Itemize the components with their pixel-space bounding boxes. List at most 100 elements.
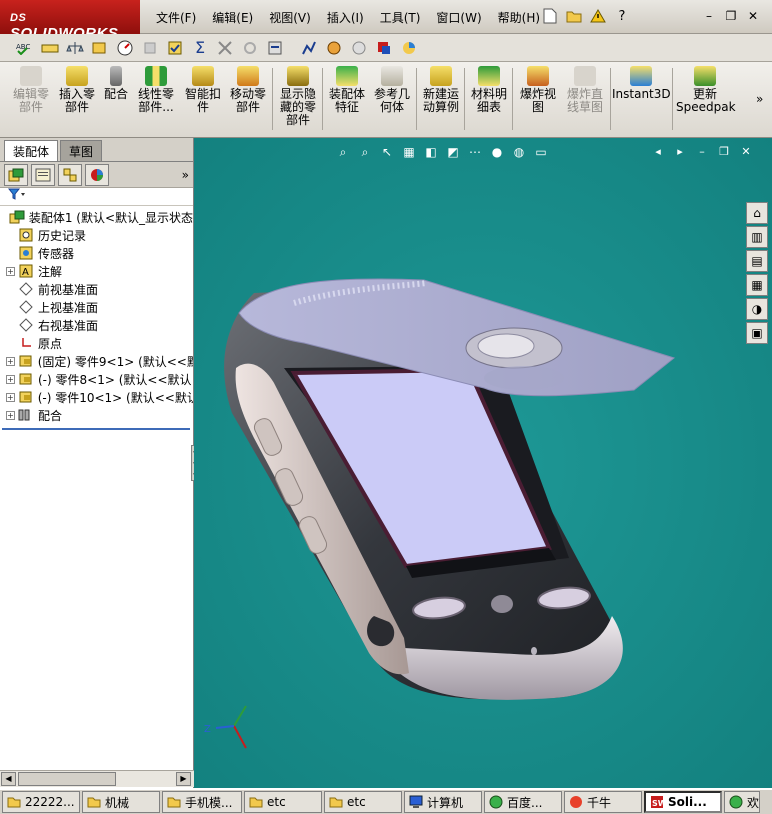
tree-item[interactable]: + (-) 零件10<1> (默认<<默认 [0, 388, 193, 406]
tree-item[interactable]: + 配合 [0, 406, 193, 424]
taskbar-button[interactable]: 欢 [724, 791, 760, 813]
menu-tools[interactable]: 工具(T) [372, 9, 429, 26]
equations-icon[interactable]: Σ [189, 38, 211, 58]
insert-component-button[interactable]: 插入零 部件 [54, 66, 100, 114]
display-manager-icon[interactable] [85, 163, 109, 186]
tree-item[interactable]: 前视基准面 [0, 280, 193, 298]
exploded-view-button[interactable]: 爆炸视 图 [516, 66, 560, 114]
checkbox-icon[interactable] [164, 38, 186, 58]
section-properties-icon[interactable] [89, 38, 111, 58]
minimize-icon[interactable]: – [700, 8, 718, 24]
spellcheck-icon[interactable]: ABC [14, 38, 36, 58]
warning-icon[interactable] [588, 6, 608, 26]
file-explorer-icon[interactable]: ▤ [746, 250, 768, 272]
help-icon[interactable]: ? [612, 6, 632, 26]
scroll-right-icon[interactable]: ▶ [176, 772, 191, 786]
expand-icon[interactable]: + [6, 266, 15, 276]
taskbar-button[interactable]: 机械 [82, 791, 160, 813]
menu-window[interactable]: 窗口(W) [428, 9, 489, 26]
mass-properties-icon[interactable] [64, 38, 86, 58]
tab-assembly[interactable]: 装配体 [4, 140, 59, 161]
property-manager-icon[interactable] [31, 163, 55, 186]
menu-view[interactable]: 视图(V) [261, 9, 319, 26]
expand-icon[interactable]: + [6, 374, 15, 384]
taskbar-button[interactable]: 千牛 [564, 791, 642, 813]
tree-item[interactable]: 传感器 [0, 244, 193, 262]
taskbar-button[interactable]: 22222... [2, 791, 80, 813]
tree-item[interactable]: + (固定) 零件9<1> (默认<<默 [0, 352, 193, 370]
taskbar-button[interactable]: 百度... [484, 791, 562, 813]
rollback-bar[interactable] [2, 428, 190, 430]
taskbar-button[interactable]: 手机模... [162, 791, 242, 813]
tab-sketch[interactable]: 草图 [60, 140, 103, 161]
scroll-left-icon[interactable]: ◀ [1, 772, 16, 786]
measure-icon[interactable] [39, 38, 61, 58]
tree-item[interactable]: 原点 [0, 334, 193, 352]
configuration-manager-icon[interactable] [58, 163, 82, 186]
bom-button[interactable]: 材料明 细表 [468, 66, 510, 114]
close-icon[interactable]: ✕ [744, 8, 762, 24]
menu-file[interactable]: 文件(F) [148, 9, 204, 26]
restore-icon[interactable]: ❐ [722, 8, 740, 24]
smart-fasteners-icon [192, 66, 214, 86]
mate-button[interactable]: 配合 [100, 66, 132, 101]
clearance-icon[interactable] [239, 38, 261, 58]
verify-icon[interactable] [348, 38, 370, 58]
chevron-right-icon[interactable]: » [756, 92, 763, 106]
tree-item[interactable]: + (-) 零件8<1> (默认<<默认 [0, 370, 193, 388]
command-separator [416, 68, 417, 130]
filter-icon[interactable] [7, 188, 26, 203]
custom-properties-icon[interactable]: ▣ [746, 322, 768, 344]
edit-component-button[interactable]: 编辑零 部件 [8, 66, 54, 114]
appearances-icon[interactable]: ◑ [746, 298, 768, 320]
origin-icon [18, 336, 34, 350]
interference-icon[interactable] [214, 38, 236, 58]
open-folder-icon[interactable] [564, 6, 584, 26]
menu-edit[interactable]: 编辑(E) [204, 9, 261, 26]
taskbar-button[interactable]: 计算机 [404, 791, 482, 813]
command-separator [322, 68, 323, 130]
reference-geometry-button[interactable]: 参考几 何体 [372, 66, 412, 114]
hole-alignment-icon[interactable] [264, 38, 286, 58]
explode-line-sketch-button[interactable]: 爆炸直 线草图 [562, 66, 608, 114]
move-component-button[interactable]: 移动零 部件 [226, 66, 270, 114]
scroll-thumb[interactable] [18, 772, 116, 786]
horizontal-scrollbar[interactable]: ◀ ▶ [0, 770, 194, 787]
reference-geometry-icon [381, 66, 403, 86]
tree-item[interactable]: 上视基准面 [0, 298, 193, 316]
feature-manager-icon[interactable] [4, 163, 28, 186]
home-icon[interactable]: ⌂ [746, 202, 768, 224]
tree-item[interactable]: 装配体1 (默认<默认_显示状态 [0, 208, 193, 226]
solidworks-logo[interactable]: DS SOLIDWORKS [0, 0, 140, 42]
tree-item[interactable]: + A 注解 [0, 262, 193, 280]
check-icon[interactable] [139, 38, 161, 58]
graphics-area[interactable]: ⌕ ⌕ ↖ ▦ ◧ ◩ ⋯ ● ◍ ▭ ◂ ▸ – ❐ ✕ Z ⌂ ▥ ▤ ▦ … [194, 138, 772, 788]
stop-icon[interactable] [373, 38, 395, 58]
performance-icon[interactable] [114, 38, 136, 58]
new-motion-study-button[interactable]: 新建运 动算例 [420, 66, 462, 114]
assembly-features-button[interactable]: 装配体 特征 [326, 66, 368, 114]
taskbar-button[interactable]: etc [244, 791, 322, 813]
view-palette-icon[interactable]: ▦ [746, 274, 768, 296]
analysis-icon[interactable] [298, 38, 320, 58]
show-hidden-components-button[interactable]: 显示隐 藏的零 部件 [276, 66, 320, 127]
tree-item[interactable]: 右视基准面 [0, 316, 193, 334]
instant3d-button[interactable]: Instant3D [612, 66, 671, 101]
expand-icon[interactable]: + [6, 410, 15, 420]
design-library-icon[interactable]: ▥ [746, 226, 768, 248]
appearance-icon[interactable] [398, 38, 420, 58]
expand-icon[interactable]: + [6, 392, 15, 402]
menu-insert[interactable]: 插入(I) [319, 9, 372, 26]
phone-assembly-model[interactable]: Z [194, 138, 772, 788]
smart-fasteners-button[interactable]: 智能扣 件 [180, 66, 226, 114]
expand-icon[interactable]: + [6, 356, 15, 366]
tree-item[interactable]: 历史记录 [0, 226, 193, 244]
update-speedpak-button[interactable]: 更新 Speedpak [676, 66, 736, 114]
new-document-icon[interactable] [540, 6, 560, 26]
taskbar-button[interactable]: SW Soli... [644, 791, 722, 813]
chevron-right-icon[interactable]: » [182, 168, 189, 182]
taskbar-button-label: 22222... [25, 795, 75, 809]
simulation-icon[interactable] [323, 38, 345, 58]
taskbar-button[interactable]: etc [324, 791, 402, 813]
linear-pattern-button[interactable]: 线性零 部件... [134, 66, 178, 114]
